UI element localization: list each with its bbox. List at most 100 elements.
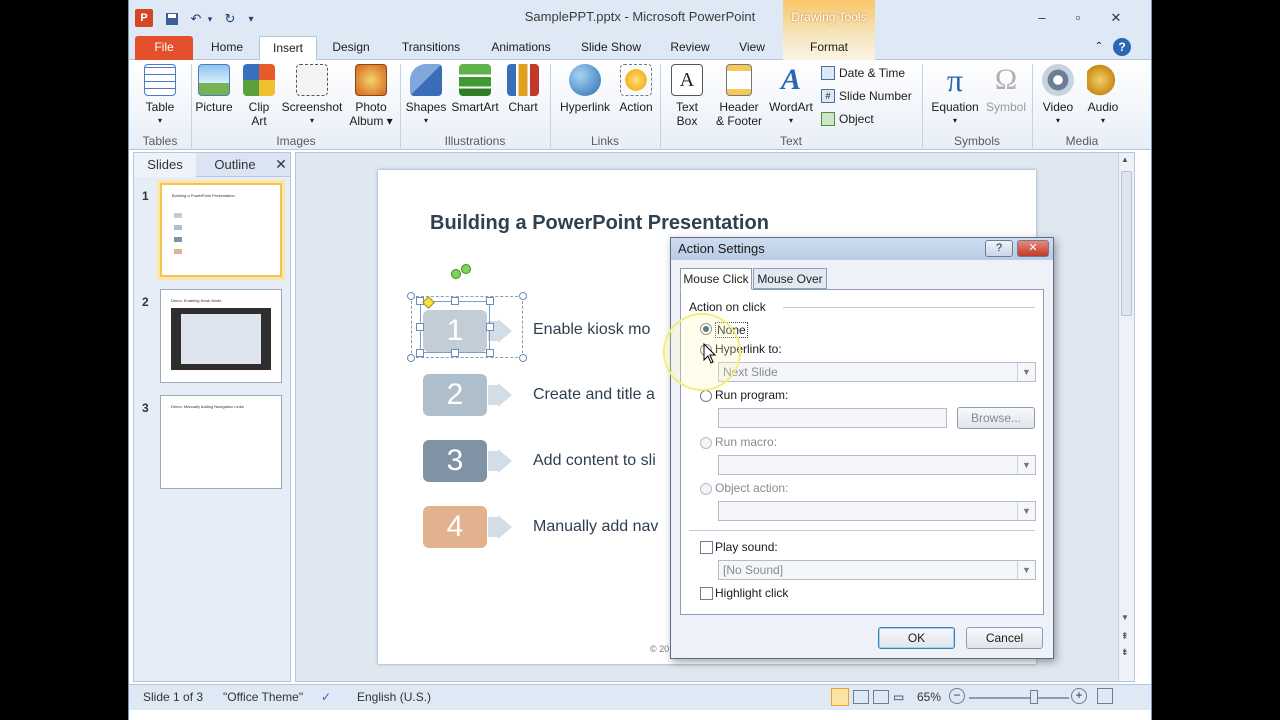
run-macro-radio[interactable] [700,437,712,449]
tab-slide-show[interactable]: Slide Show [571,36,651,60]
action-button[interactable]: Action [615,64,657,114]
tab-insert[interactable]: Insert [259,36,317,61]
resize-handle[interactable] [486,323,494,331]
tab-file[interactable]: File [135,36,193,60]
highlight-click-checkbox[interactable] [700,587,713,600]
vertical-scrollbar[interactable]: ▲ ▼ ⇞ ⇟ [1118,153,1134,681]
object-action-select[interactable]: ▼ [718,501,1036,521]
theme-name[interactable]: "Office Theme" [223,690,303,704]
tab-review[interactable]: Review [661,36,719,60]
resize-handle[interactable] [451,297,459,305]
photo-album-button[interactable]: Photo Album ▾ [347,64,395,128]
hyperlink-button[interactable]: Hyperlink [555,64,615,114]
text-box-button[interactable]: A Text Box [665,64,709,128]
zoom-level[interactable]: 65% [917,690,941,704]
minimize-ribbon-icon[interactable]: ⌃ [1091,36,1107,60]
run-program-label[interactable]: Run program: [715,388,788,402]
language-indicator[interactable]: English (U.S.) [357,690,431,704]
step-box-3[interactable]: 3 [423,440,487,482]
rotate-handle[interactable] [451,269,461,279]
slide-thumbnail-2[interactable]: Demo: Enabling Kiosk Mode [160,289,282,383]
tab-home[interactable]: Home [201,36,253,60]
date-time-button[interactable]: Date & Time [821,66,905,80]
resize-handle[interactable] [519,292,527,300]
tab-animations[interactable]: Animations [481,36,561,60]
step-text-3[interactable]: Add content to sli [533,452,656,470]
hyperlink-select[interactable]: Next Slide ▼ [718,362,1036,382]
slide-number-button[interactable]: # Slide Number [821,89,912,103]
resize-handle[interactable] [486,297,494,305]
screenshot-button[interactable]: Screenshot ▾ [281,64,343,128]
tab-slides[interactable]: Slides [134,153,196,177]
step-text-4[interactable]: Manually add nav [533,518,658,536]
browse-button[interactable]: Browse... [957,407,1035,429]
slide-title[interactable]: Building a PowerPoint Presentation [430,212,769,235]
step-text-1[interactable]: Enable kiosk mo [533,321,650,339]
highlight-click-label[interactable]: Highlight click [715,586,788,600]
slide-thumbnail-1[interactable]: Building a PowerPoint Presentation [160,183,282,277]
resize-handle[interactable] [407,354,415,362]
wordart-button[interactable]: A WordArt ▾ [767,64,815,128]
run-program-radio[interactable] [700,390,712,402]
video-button[interactable]: Video ▾ [1035,64,1081,128]
previous-slide-icon[interactable]: ⇞ [1121,631,1129,642]
slide-thumbnail-3[interactable]: Demo: Manually Adding Navigation Links [160,395,282,489]
tab-transitions[interactable]: Transitions [391,36,471,60]
zoom-slider-track[interactable] [969,697,1069,699]
run-program-input[interactable] [718,408,947,428]
audio-button[interactable]: Audio ▾ [1081,64,1125,128]
help-icon[interactable]: ? [1113,38,1131,56]
table-button[interactable]: Table ▾ [137,64,183,128]
scroll-up-icon[interactable]: ▲ [1121,155,1129,164]
reading-view-icon[interactable] [873,690,889,704]
tab-view[interactable]: View [727,36,777,60]
next-slide-icon[interactable]: ⇟ [1121,647,1129,658]
zoom-in-icon[interactable]: + [1071,688,1087,704]
resize-handle[interactable] [519,354,527,362]
shapes-button[interactable]: Shapes ▾ [403,64,449,128]
play-sound-label[interactable]: Play sound: [715,540,778,554]
play-sound-checkbox[interactable] [700,541,713,554]
slide-sorter-icon[interactable] [853,690,869,704]
ok-button[interactable]: OK [878,627,955,649]
cancel-button[interactable]: Cancel [966,627,1043,649]
symbol-button[interactable]: Ω Symbol [983,64,1029,115]
picture-button[interactable]: Picture [193,64,235,114]
tab-design[interactable]: Design [324,36,378,60]
step-box-4[interactable]: 4 [423,506,487,548]
equation-button[interactable]: π Equation ▾ [927,64,983,128]
step-text-2[interactable]: Create and title a [533,386,655,404]
resize-handle[interactable] [407,292,415,300]
zoom-out-icon[interactable]: − [949,688,965,704]
close-pane-icon[interactable]: ✕ [272,153,290,177]
fit-to-window-icon[interactable] [1097,688,1113,704]
smartart-button[interactable]: SmartArt [449,64,501,114]
object-button[interactable]: Object [821,112,874,126]
normal-view-icon[interactable] [831,688,849,706]
tab-format[interactable]: Format [783,36,875,60]
dialog-close-button[interactable]: ✕ [1017,240,1049,257]
scroll-down-icon[interactable]: ▼ [1121,613,1129,622]
object-action-radio[interactable] [700,483,712,495]
resize-handle[interactable] [486,349,494,357]
minimize-icon[interactable]: – [1032,10,1052,26]
slide-show-icon[interactable]: ▭ [893,690,904,704]
header-footer-button[interactable]: Header & Footer [711,64,767,128]
chart-button[interactable]: Chart [503,64,543,114]
zoom-slider-thumb[interactable] [1030,690,1038,704]
resize-handle[interactable] [451,349,459,357]
clip-art-button[interactable]: Clip Art [239,64,279,128]
run-macro-select[interactable]: ▼ [718,455,1036,475]
sound-select[interactable]: [No Sound] ▼ [718,560,1036,580]
resize-handle[interactable] [416,349,424,357]
close-icon[interactable]: ✕ [1106,10,1126,26]
step-box-2[interactable]: 2 [423,374,487,416]
rotate-handle[interactable] [461,264,471,274]
resize-handle[interactable] [416,323,424,331]
tab-mouse-over[interactable]: Mouse Over [753,268,827,289]
maximize-icon[interactable]: ▫ [1068,10,1088,26]
tab-outline[interactable]: Outline [200,153,270,177]
tab-mouse-click[interactable]: Mouse Click [680,268,752,290]
dialog-help-button[interactable]: ? [985,240,1013,257]
scroll-thumb[interactable] [1121,171,1132,316]
